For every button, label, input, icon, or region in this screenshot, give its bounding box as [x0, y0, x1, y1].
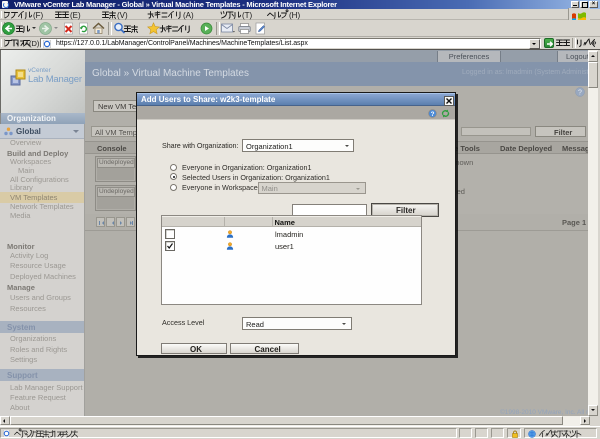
svg-text:?: ?: [578, 90, 582, 97]
svg-text:?: ?: [431, 110, 435, 117]
